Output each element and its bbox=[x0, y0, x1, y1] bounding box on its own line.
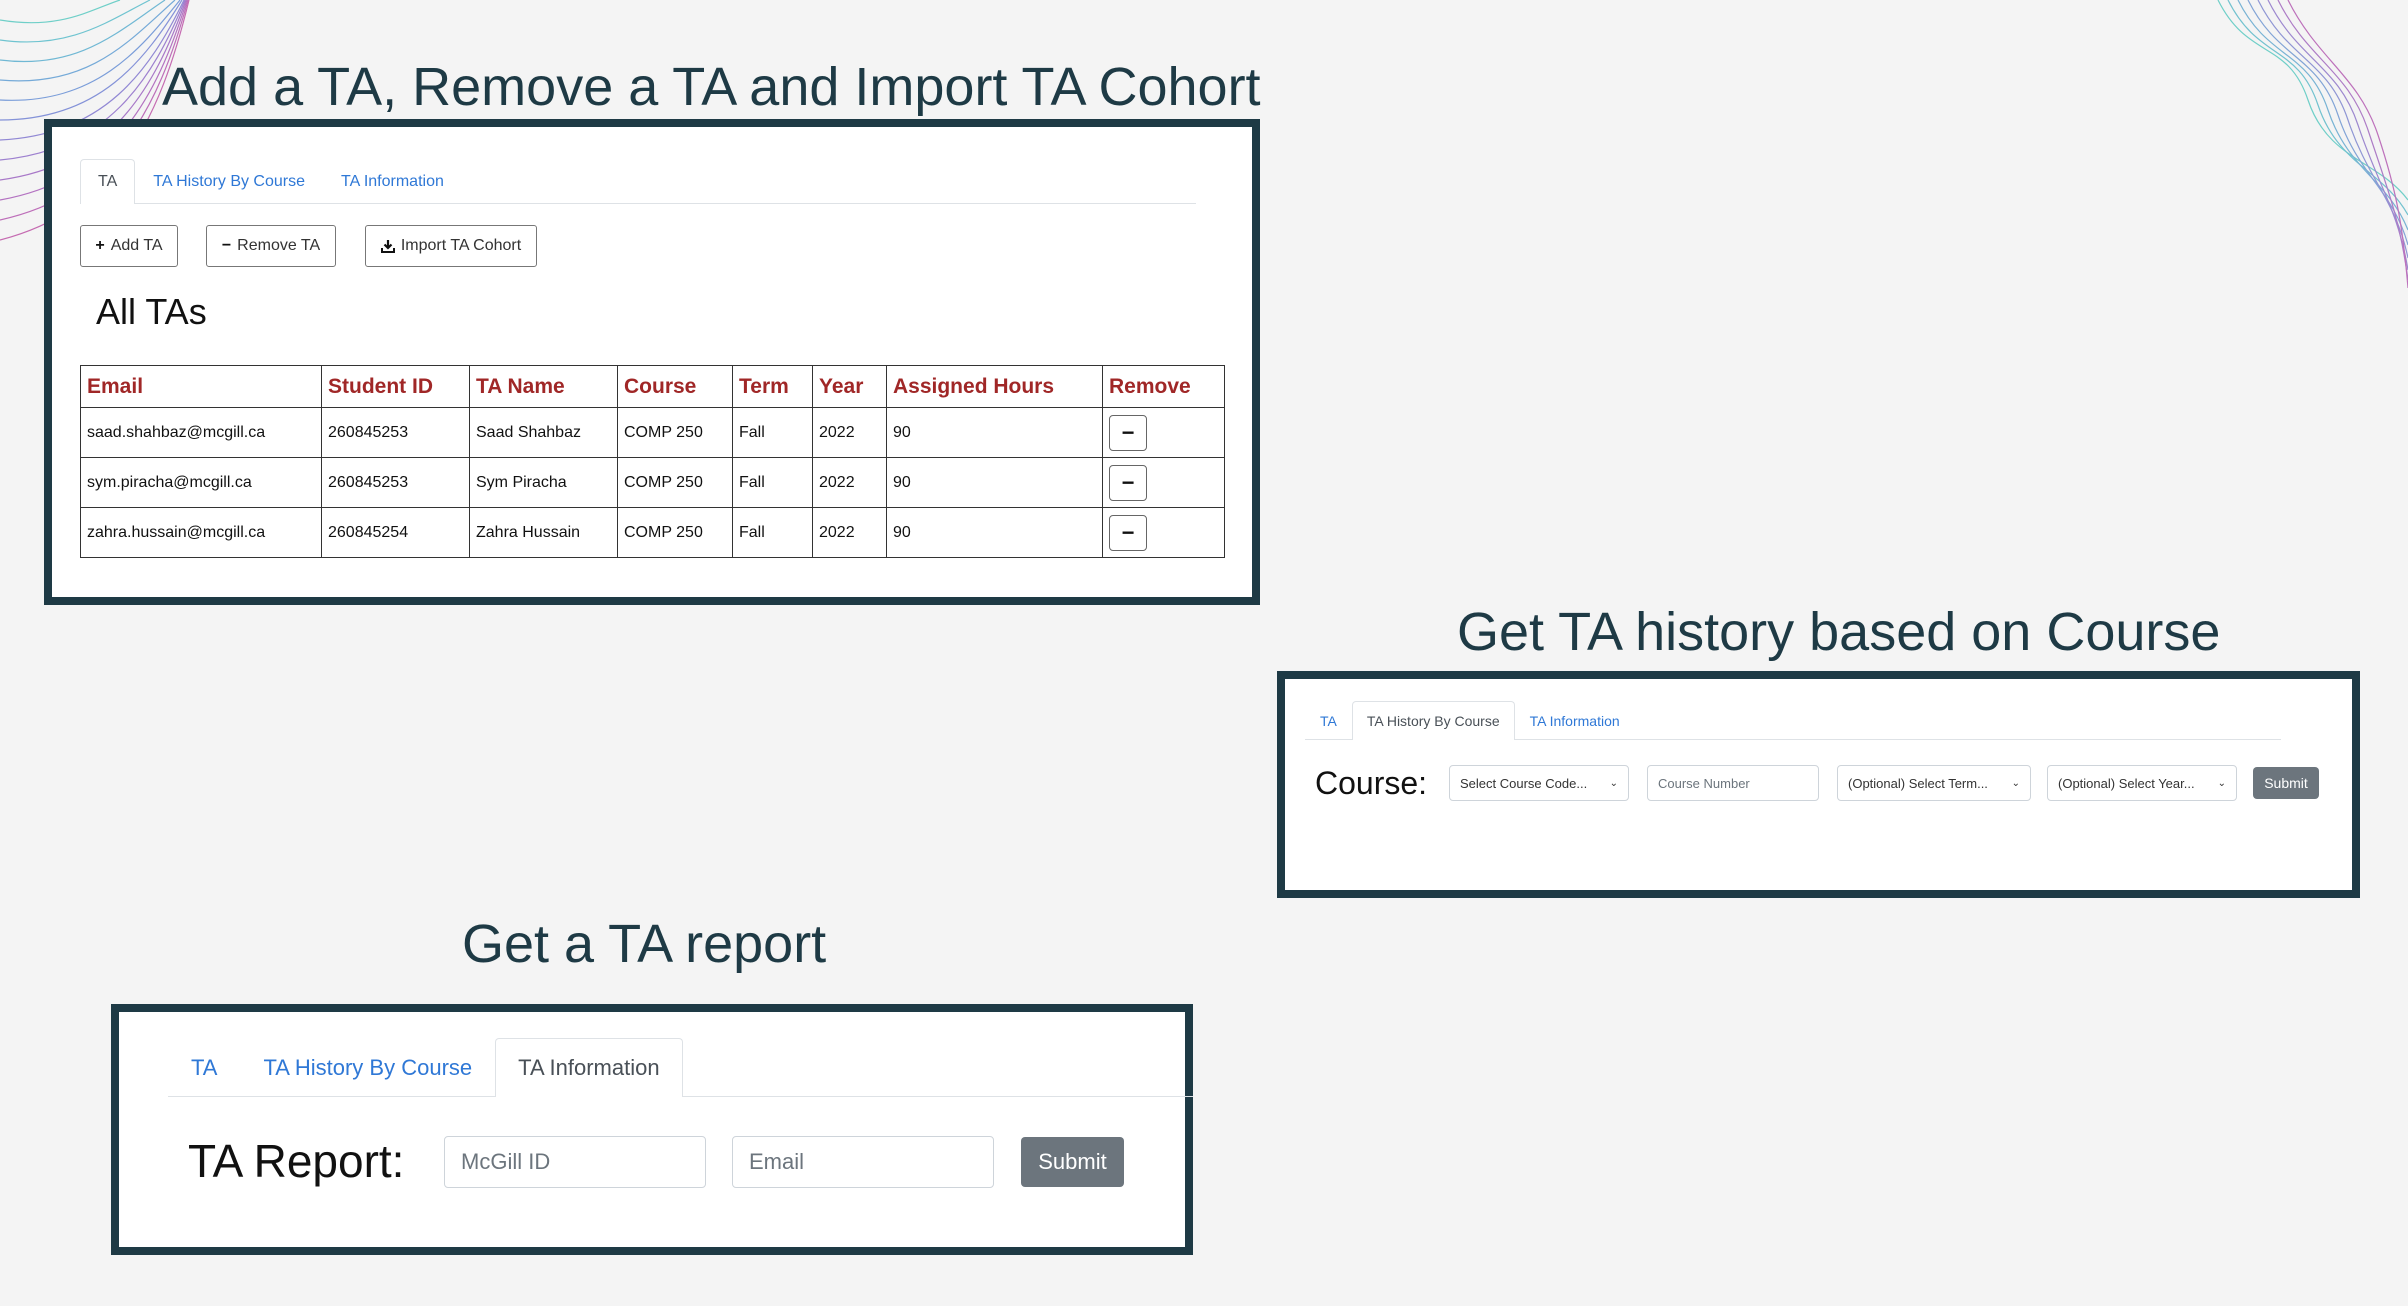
course-label: Course: bbox=[1315, 765, 1428, 801]
remove-cell: − bbox=[1102, 407, 1225, 458]
email-cell: zahra.hussain@mcgill.ca bbox=[80, 507, 322, 558]
tab-ta[interactable]: TA bbox=[1305, 701, 1352, 739]
all-tas-heading: All TAs bbox=[96, 291, 207, 332]
plus-icon: + bbox=[95, 237, 105, 254]
column-header: TA Name bbox=[469, 365, 618, 408]
remove-row-button[interactable]: − bbox=[1109, 514, 1147, 551]
section-title-add-remove: Add a TA, Remove a TA and Import TA Coho… bbox=[162, 57, 1261, 117]
history-panel: TA TA History By Course TA Information C… bbox=[1277, 671, 2360, 898]
year-select-value: (Optional) Select Year... bbox=[2058, 775, 2195, 791]
email-placeholder: Email bbox=[749, 1149, 805, 1174]
ta-name-cell: Saad Shahbaz bbox=[469, 407, 618, 458]
course-cell: COMP 250 bbox=[617, 457, 733, 508]
minus-icon: − bbox=[1121, 519, 1135, 545]
email-cell: saad.shahbaz@mcgill.ca bbox=[80, 407, 322, 458]
mcgill-id-input[interactable]: McGill ID bbox=[444, 1136, 706, 1188]
course-number-input[interactable]: Course Number bbox=[1647, 765, 1819, 801]
column-header: Assigned Hours bbox=[886, 365, 1103, 408]
tab-ta-history-by-course[interactable]: TA History By Course bbox=[1351, 701, 1515, 740]
year-cell: 2022 bbox=[812, 457, 887, 508]
course-cell: COMP 250 bbox=[617, 507, 733, 558]
term-select-value: (Optional) Select Term... bbox=[1848, 775, 1988, 791]
column-header: Email bbox=[80, 365, 322, 408]
add-ta-button[interactable]: + Add TA bbox=[80, 225, 178, 267]
course-number-placeholder: Course Number bbox=[1658, 775, 1750, 791]
ta-name-cell: Sym Piracha bbox=[469, 457, 618, 508]
table-row: zahra.hussain@mcgill.ca 260845254 Zahra … bbox=[80, 507, 1225, 558]
add-ta-label: Add TA bbox=[110, 237, 163, 254]
student-id-cell: 260845253 bbox=[321, 457, 470, 508]
add-remove-panel: TA TA History By Course TA Information +… bbox=[44, 119, 1260, 605]
course-cell: COMP 250 bbox=[617, 407, 733, 458]
year-select[interactable]: (Optional) Select Year... ⌄ bbox=[2047, 765, 2237, 801]
tab-bar: TA TA History By Course TA Information bbox=[168, 1038, 1193, 1097]
course-code-select[interactable]: Select Course Code... ⌄ bbox=[1449, 765, 1629, 801]
ta-report-label: TA Report: bbox=[188, 1135, 405, 1187]
email-input[interactable]: Email bbox=[732, 1136, 994, 1188]
tab-ta-history-by-course[interactable]: TA History By Course bbox=[135, 159, 323, 203]
remove-ta-button[interactable]: − Remove TA bbox=[206, 225, 336, 267]
column-header: Term bbox=[732, 365, 813, 408]
minus-icon: − bbox=[221, 237, 232, 254]
column-header: Course bbox=[617, 365, 733, 408]
year-cell: 2022 bbox=[812, 407, 887, 458]
term-select[interactable]: (Optional) Select Term... ⌄ bbox=[1837, 765, 2031, 801]
term-cell: Fall bbox=[732, 457, 813, 508]
tab-ta[interactable]: TA bbox=[168, 1038, 240, 1096]
term-cell: Fall bbox=[732, 507, 813, 558]
section-title-report: Get a TA report bbox=[462, 914, 827, 974]
remove-ta-label: Remove TA bbox=[237, 237, 321, 254]
column-header: Student ID bbox=[321, 365, 470, 408]
report-panel: TA TA History By Course TA Information T… bbox=[111, 1004, 1193, 1255]
assigned-hours-cell: 90 bbox=[886, 507, 1103, 558]
email-cell: sym.piracha@mcgill.ca bbox=[80, 457, 322, 508]
course-code-select-value: Select Course Code... bbox=[1460, 775, 1588, 791]
chevron-down-icon: ⌄ bbox=[2011, 777, 2020, 789]
import-ta-cohort-label: Import TA Cohort bbox=[400, 237, 522, 254]
minus-icon: − bbox=[1121, 419, 1135, 445]
tab-ta-information[interactable]: TA Information bbox=[1515, 701, 1635, 739]
table-row: sym.piracha@mcgill.ca 260845253 Sym Pira… bbox=[80, 457, 1225, 508]
chevron-down-icon: ⌄ bbox=[2217, 777, 2226, 789]
remove-cell: − bbox=[1102, 507, 1225, 558]
tab-ta-information[interactable]: TA Information bbox=[323, 159, 462, 203]
report-submit-button[interactable]: Submit bbox=[1021, 1137, 1124, 1187]
ta-table: Email Student ID TA Name Course Term Yea… bbox=[80, 365, 1225, 558]
assigned-hours-cell: 90 bbox=[886, 407, 1103, 458]
mcgill-id-placeholder: McGill ID bbox=[461, 1149, 551, 1174]
tab-bar: TA TA History By Course TA Information bbox=[1305, 701, 2281, 740]
chevron-down-icon: ⌄ bbox=[1609, 777, 1618, 789]
assigned-hours-cell: 90 bbox=[886, 457, 1103, 508]
section-title-history: Get TA history based on Course bbox=[1457, 602, 2221, 662]
import-ta-cohort-button[interactable]: Import TA Cohort bbox=[365, 225, 537, 267]
remove-cell: − bbox=[1102, 457, 1225, 508]
minus-icon: − bbox=[1121, 469, 1135, 495]
decorative-waves-top-right bbox=[2217, 0, 2408, 289]
student-id-cell: 260845253 bbox=[321, 407, 470, 458]
download-icon bbox=[380, 240, 395, 253]
tab-ta-information[interactable]: TA Information bbox=[495, 1038, 683, 1097]
tab-bar: TA TA History By Course TA Information bbox=[80, 159, 1196, 204]
ta-name-cell: Zahra Hussain bbox=[469, 507, 618, 558]
table-header-row: Email Student ID TA Name Course Term Yea… bbox=[80, 365, 1225, 408]
term-cell: Fall bbox=[732, 407, 813, 458]
table-row: saad.shahbaz@mcgill.ca 260845253 Saad Sh… bbox=[80, 407, 1225, 458]
remove-row-button[interactable]: − bbox=[1109, 414, 1147, 451]
history-submit-button[interactable]: Submit bbox=[2253, 767, 2319, 799]
student-id-cell: 260845254 bbox=[321, 507, 470, 558]
column-header: Remove bbox=[1102, 365, 1225, 408]
year-cell: 2022 bbox=[812, 507, 887, 558]
remove-row-button[interactable]: − bbox=[1109, 464, 1147, 501]
column-header: Year bbox=[812, 365, 887, 408]
tab-ta-history-by-course[interactable]: TA History By Course bbox=[240, 1038, 495, 1096]
tab-ta[interactable]: TA bbox=[80, 159, 136, 204]
